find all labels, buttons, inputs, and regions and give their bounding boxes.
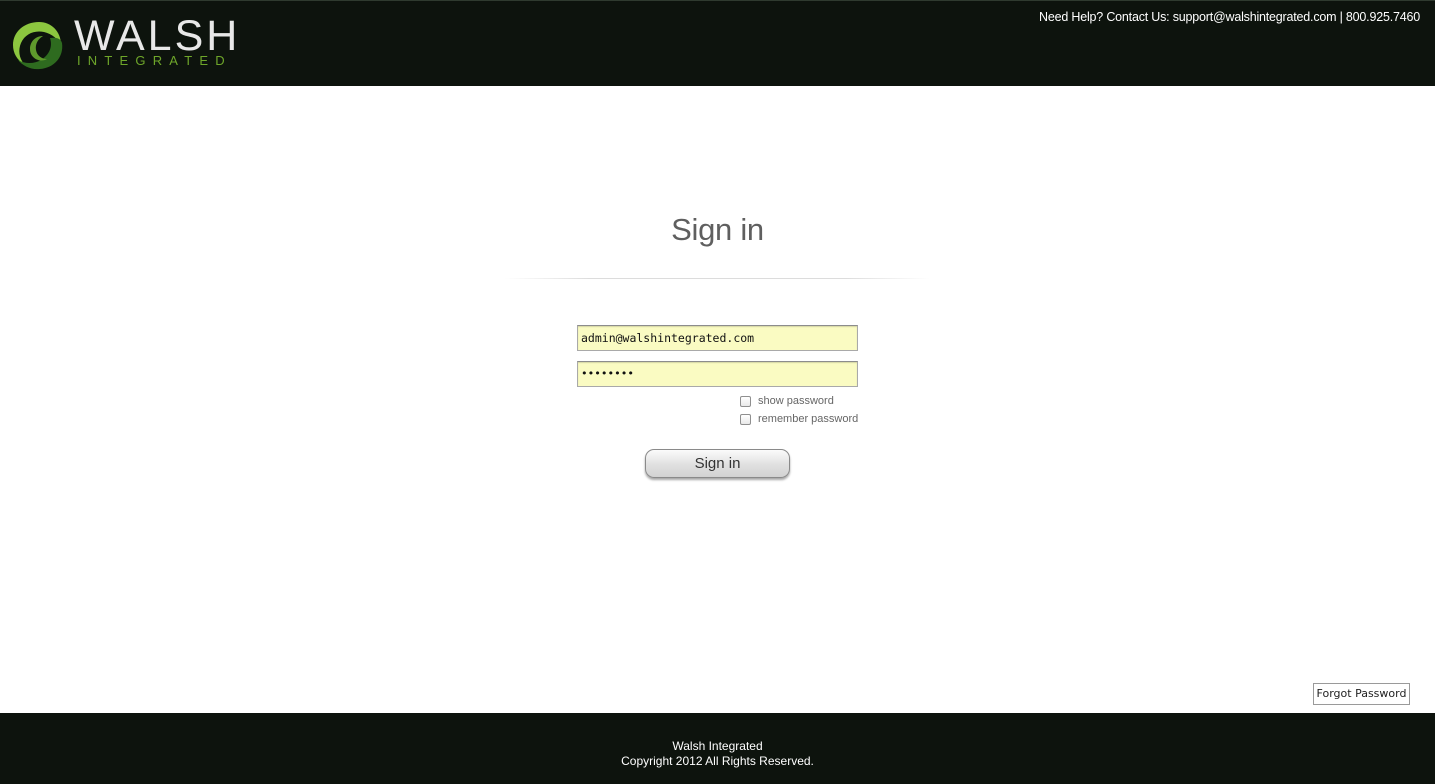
email-field[interactable] bbox=[577, 325, 858, 351]
support-contact: Need Help? Contact Us: support@walshinte… bbox=[1039, 10, 1420, 24]
footer-bar: Walsh Integrated Copyright 2012 All Righ… bbox=[0, 713, 1435, 784]
show-password-option[interactable]: show password bbox=[740, 394, 834, 408]
password-field[interactable]: •••••••• bbox=[577, 361, 858, 387]
logo-wordmark: WALSH bbox=[74, 12, 241, 60]
remember-password-checkbox[interactable] bbox=[740, 413, 751, 425]
sign-in-button[interactable]: Sign in bbox=[645, 449, 790, 478]
header-bar: WALSH INTEGRATED Need Help? Contact Us: … bbox=[0, 0, 1435, 86]
footer-company: Walsh Integrated bbox=[672, 739, 763, 753]
remember-password-label: remember password bbox=[758, 413, 859, 425]
remember-password-option[interactable]: remember password bbox=[740, 412, 858, 426]
show-password-checkbox[interactable] bbox=[740, 395, 751, 407]
page-title: Sign in bbox=[671, 212, 764, 247]
show-password-label: show password bbox=[758, 395, 834, 407]
title-divider bbox=[505, 278, 930, 279]
walsh-logo[interactable]: WALSH INTEGRATED bbox=[10, 12, 241, 75]
swirl-logo-icon bbox=[13, 22, 63, 70]
forgot-password-button[interactable]: Forgot Password bbox=[1313, 683, 1410, 705]
logo-subtitle: INTEGRATED bbox=[77, 53, 232, 68]
footer-copyright: Copyright 2012 All Rights Reserved. bbox=[621, 754, 814, 768]
